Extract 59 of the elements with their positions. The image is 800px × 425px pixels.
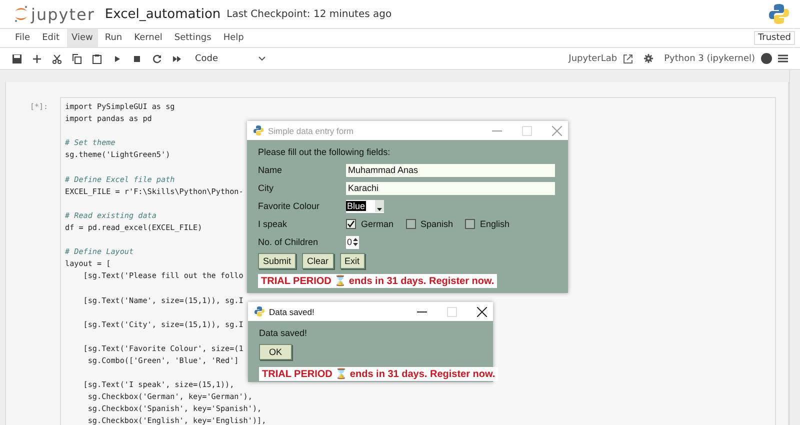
stop-icon[interactable] [132,54,142,64]
trial-notice: TRIAL PERIOD ⌛ ends in 31 days. Register now. [259,367,498,381]
window-title: Simple data entry form [268,126,354,136]
menu-item[interactable]: Help [218,29,249,47]
cut-icon[interactable] [52,54,62,64]
checkbox-label[interactable]: German [361,219,394,229]
copy-icon[interactable] [72,54,82,64]
jupyter-logo-text: jupyter [31,4,95,24]
menu-icon[interactable] [778,54,788,63]
python-logo-icon [253,125,264,136]
field-label: City [258,183,274,193]
form-button[interactable]: Submit [258,253,296,269]
field-label: I speak [258,219,288,229]
trial-notice: TRIAL PERIOD ⌛ ends in 31 days. Register now. [258,274,498,288]
instruction-text: Please fill out the following fields: [258,147,392,157]
form-button[interactable]: Clear [302,253,334,269]
external-link-icon[interactable] [623,54,634,64]
children-spinbox[interactable]: 0 [346,236,360,248]
close-icon[interactable] [477,306,487,316]
field-label: Favorite Colour [258,201,321,211]
field-label: No. of Children [258,237,320,247]
restart-icon[interactable] [152,54,162,64]
menu-item[interactable]: Settings [169,29,216,47]
menu-item[interactable]: Kernel [129,29,168,47]
menu-item[interactable]: Run [100,29,128,47]
trusted-badge[interactable]: Trusted [754,31,795,45]
notebook-title[interactable]: Excel_automation [104,6,221,22]
fast-forward-icon[interactable] [172,54,182,64]
colour-combo[interactable]: Blue [346,200,384,212]
menu-item[interactable]: View [66,29,98,47]
checkbox[interactable] [406,219,416,229]
field-label: Name [258,165,284,175]
checkpoint-status: Last Checkpoint: 12 minutes ago [226,8,392,20]
checkbox[interactable] [346,219,356,229]
input-field[interactable]: Muhammad Anas [346,164,555,176]
python-logo-icon [254,306,265,317]
menu-item[interactable]: Edit [37,29,64,47]
menu-item[interactable]: File [10,29,36,47]
checkbox[interactable] [465,219,476,229]
caret-icon [258,56,266,61]
paste-icon[interactable] [92,54,102,64]
run-icon[interactable] [112,54,122,64]
kernel-name[interactable]: Python 3 (ipykernel) [664,54,755,64]
jupyter-logo-icon [14,4,28,24]
python-logo-icon [768,3,790,25]
cell-type-dropdown[interactable]: Code [192,52,270,66]
save-icon[interactable] [12,54,22,64]
checkbox-label[interactable]: Spanish [420,219,454,229]
dropdown-arrow-icon[interactable] [377,208,382,211]
ok-button[interactable]: OK [259,344,292,360]
jupyterlab-link[interactable]: JupyterLab [568,54,618,64]
settings-icon[interactable] [644,54,654,63]
window-title: Data saved! [269,306,314,316]
message-text: Data saved! [259,328,308,338]
form-button[interactable]: Exit [340,253,365,269]
input-field[interactable]: Karachi [346,182,555,194]
checkbox-label[interactable]: English [480,219,510,229]
spin-arrows-icon[interactable] [353,237,358,247]
plus-icon[interactable] [32,54,42,64]
